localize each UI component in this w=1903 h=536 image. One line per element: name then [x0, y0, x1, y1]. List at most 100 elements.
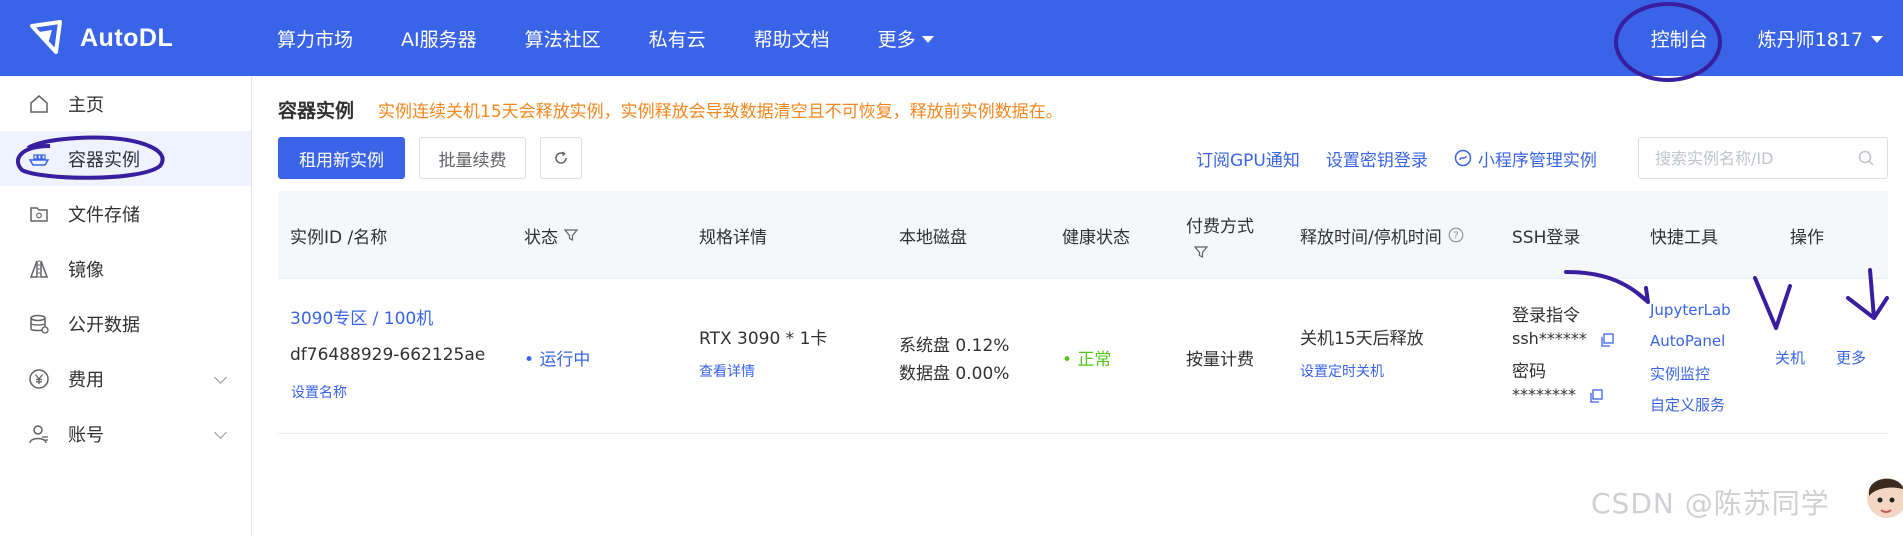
table-header: 实例ID /名称 状态 规格详情 本地磁盘 健康状态 付费方式 释放时间/停机时… [278, 191, 1888, 279]
release-warning: 实例连续关机15天会释放实例，实例释放会导致数据清空且不可恢复，释放前实例数据在… [378, 102, 1063, 122]
instance-id: df76488929-662125ae [290, 345, 486, 365]
floating-avatar[interactable] [1863, 472, 1903, 532]
status-label: 运行中 [539, 350, 591, 370]
sidebar-item-account[interactable]: 账号 [0, 406, 251, 461]
ssh-command-label: 登录指令 [1512, 306, 1580, 326]
caret-down-icon [921, 35, 934, 43]
sidebar-item-containers[interactable]: 容器实例 [0, 131, 251, 186]
custom-service-link[interactable]: 自定义服务 [1650, 394, 1725, 415]
release-info: 关机15天后释放 [1300, 329, 1424, 349]
nav-algorithm-community[interactable]: 算法社区 [525, 25, 601, 52]
home-icon [27, 92, 51, 116]
sidebar-item-billing[interactable]: 费用 [0, 351, 251, 406]
sidebar-item-label: 公开数据 [68, 314, 140, 336]
nav-ai-server[interactable]: AI服务器 [401, 25, 477, 52]
instance-table: 实例ID /名称 状态 规格详情 本地磁盘 健康状态 付费方式 释放时间/停机时… [278, 191, 1888, 434]
spec-gpu: RTX 3090 * 1卡 [699, 329, 828, 349]
sidebar-item-images[interactable]: 镜像 [0, 241, 251, 296]
th-ssh: SSH登录 [1512, 227, 1581, 248]
health-ok: • 正常 [1062, 345, 1111, 370]
th-billing-label: 付费方式 [1186, 216, 1254, 237]
mini-program-label: 小程序管理实例 [1477, 150, 1597, 171]
autopanel-link[interactable]: AutoPanel [1650, 332, 1725, 350]
sidebar-item-file-storage[interactable]: 文件存储 [0, 186, 251, 241]
th-disk: 本地磁盘 [899, 227, 967, 248]
copy-icon[interactable] [1600, 332, 1614, 347]
csdn-watermark: CSDN @陈苏同学 [1591, 487, 1830, 520]
instance-search-input[interactable] [1655, 148, 1855, 168]
title-row: 容器实例 实例连续关机15天会释放实例，实例释放会导致数据清空且不可恢复，释放前… [278, 96, 1063, 123]
table-row: 3090专区 / 100机 df76488929-662125ae 设置名称 •… [278, 279, 1888, 434]
more-ops-link[interactable]: 更多 [1836, 347, 1866, 368]
ssh-password-value: ******** [1512, 385, 1576, 404]
page-title: 容器实例 [278, 100, 355, 122]
batch-renew-button[interactable]: 批量续费 [419, 137, 526, 179]
caret-down-icon [1871, 35, 1883, 43]
username: 炼丹师1817 [1757, 28, 1863, 51]
ssh-key-login-link[interactable]: 设置密钥登录 [1326, 146, 1428, 171]
health-label: 正常 [1077, 350, 1112, 370]
shutdown-link[interactable]: 关机 [1775, 347, 1805, 368]
svg-text:?: ? [1453, 231, 1458, 242]
data-disk-usage: 数据盘 0.00% [899, 364, 1010, 384]
filter-icon [1194, 245, 1208, 258]
nav-private-cloud[interactable]: 私有云 [649, 25, 706, 52]
user-menu[interactable]: 炼丹师1817 [1758, 25, 1883, 52]
th-release-time: 释放时间/停机时间 ? [1300, 191, 1464, 279]
chevron-down-icon [214, 426, 227, 439]
main-content: 容器实例 实例连续关机15天会释放实例，实例释放会导致数据清空且不可恢复，释放前… [278, 76, 1888, 536]
chevron-down-icon [214, 371, 227, 384]
filter-icon [564, 229, 578, 241]
console-link[interactable]: 控制台 [1651, 25, 1708, 52]
top-nav-bar: AutoDL 算力市场 AI服务器 算法社区 私有云 帮助文档 更多 控制台 炼… [0, 0, 1903, 76]
th-status[interactable]: 状态 [524, 191, 578, 279]
database-icon [27, 312, 51, 336]
nav-help-docs[interactable]: 帮助文档 [754, 25, 830, 52]
health-dot-icon: • [1062, 350, 1078, 370]
mini-program-link[interactable]: 小程序管理实例 [1454, 146, 1597, 171]
toolbar: 租用新实例 批量续费 订阅GPU通知 设置密钥登录 小程序管理实例 [278, 137, 1888, 179]
th-tools: 快捷工具 [1650, 227, 1718, 248]
refresh-icon [555, 151, 567, 164]
nav-compute-market[interactable]: 算力市场 [277, 25, 353, 52]
user-icon [27, 422, 51, 446]
copy-icon[interactable] [1589, 388, 1603, 403]
sidebar-item-home[interactable]: 主页 [0, 76, 251, 131]
main-nav: 算力市场 AI服务器 算法社区 私有云 帮助文档 更多 [277, 0, 982, 76]
autodl-logo-icon [30, 20, 62, 54]
th-instance-id: 实例ID /名称 [290, 227, 388, 248]
sidebar-item-label: 费用 [68, 369, 104, 391]
ssh-password-label: 密码 [1512, 362, 1546, 382]
view-spec-detail-link[interactable]: 查看详情 [699, 361, 755, 381]
sidebar-item-label: 文件存储 [68, 204, 140, 226]
ssh-command: ssh****** [1512, 329, 1614, 348]
nav-more[interactable]: 更多 [878, 25, 934, 52]
instance-search [1638, 137, 1888, 179]
mini-program-icon [1454, 149, 1472, 167]
container-icon [27, 147, 51, 171]
instance-name-link[interactable]: 3090专区 / 100机 [290, 304, 433, 329]
th-status-label: 状态 [524, 227, 558, 248]
set-name-link[interactable]: 设置名称 [291, 382, 347, 402]
refresh-button[interactable] [540, 137, 582, 179]
billing-mode: 按量计费 [1186, 350, 1254, 370]
help-icon[interactable]: ? [1448, 227, 1464, 243]
sidebar: 主页 容器实例 文件存储 镜像 公开数据 费用 账号 [0, 76, 252, 536]
sidebar-item-label: 容器实例 [68, 149, 140, 171]
set-scheduled-shutdown-link[interactable]: 设置定时关机 [1300, 361, 1384, 381]
logo-text: AutoDL [80, 23, 174, 52]
yen-icon [27, 367, 51, 391]
status-dot-icon: • [524, 350, 540, 370]
th-billing[interactable]: 付费方式 [1186, 191, 1254, 279]
logo[interactable]: AutoDL [26, 18, 173, 58]
ssh-password: ******** [1512, 385, 1603, 404]
storage-icon [27, 202, 51, 226]
jupyterlab-link[interactable]: JupyterLab [1650, 301, 1731, 319]
instance-monitor-link[interactable]: 实例监控 [1650, 363, 1710, 384]
rent-new-instance-button[interactable]: 租用新实例 [278, 137, 405, 179]
subscribe-gpu-notify-link[interactable]: 订阅GPU通知 [1196, 146, 1300, 171]
nav-more-label: 更多 [877, 28, 916, 51]
sidebar-item-public-data[interactable]: 公开数据 [0, 296, 251, 351]
sidebar-item-label: 主页 [68, 94, 104, 116]
sidebar-item-label: 镜像 [68, 259, 104, 281]
